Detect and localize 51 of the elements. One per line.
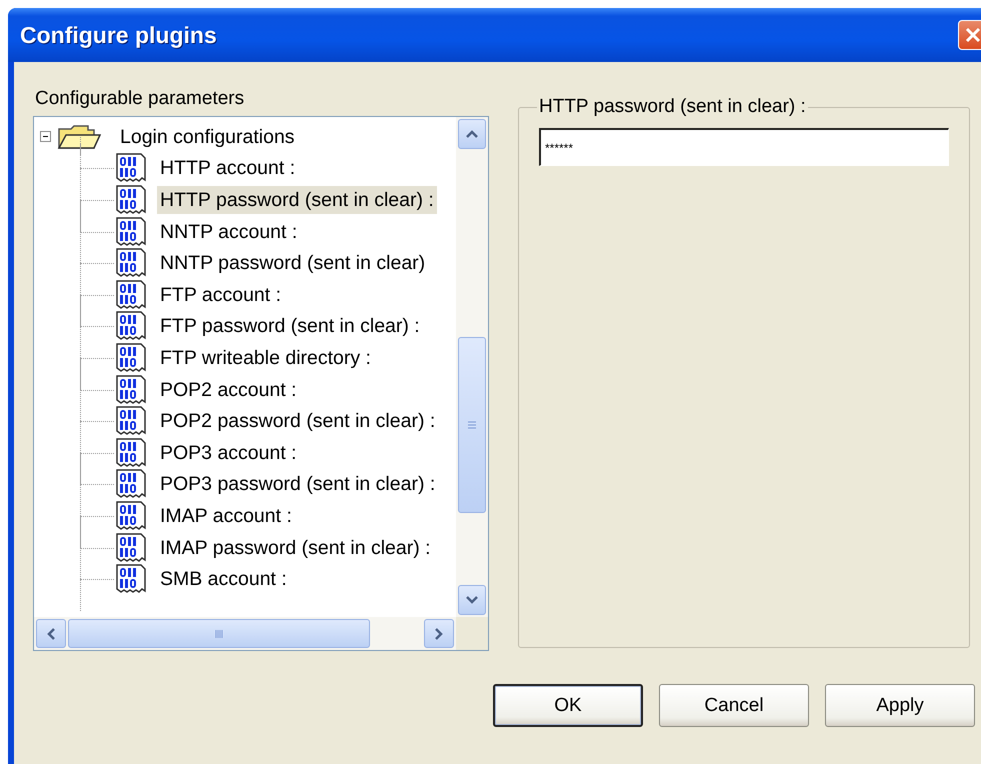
scroll-thumb[interactable] — [68, 619, 370, 648]
tree-item[interactable]: IMAP password (sent in clear) : — [157, 534, 434, 562]
scroll-thumb[interactable] — [458, 337, 486, 513]
tree-item[interactable]: NNTP password (sent in clear) — [157, 249, 428, 278]
binary-file-icon — [114, 438, 148, 468]
dialog-button[interactable]: Cancel — [659, 684, 809, 727]
tree-item[interactable]: POP3 account : — [157, 438, 300, 467]
grip-icon — [467, 421, 477, 429]
dialog-button[interactable]: Apply — [825, 684, 975, 727]
panel-label: Configurable parameters — [34, 88, 244, 110]
dialog-button[interactable]: OK — [493, 684, 643, 727]
tree-item[interactable]: HTTP account : — [157, 154, 298, 182]
scroll-left-button[interactable] — [36, 619, 66, 648]
folder-icon — [57, 124, 101, 150]
tree-item[interactable]: POP2 password (sent in clear) : — [157, 407, 438, 436]
collapse-toggle[interactable] — [40, 131, 53, 142]
vertical-scrollbar[interactable] — [456, 117, 488, 617]
scroll-down-button[interactable] — [458, 585, 486, 615]
binary-file-icon — [114, 500, 148, 531]
tree-item[interactable]: FTP password (sent in clear) : — [157, 312, 423, 340]
window-title: Configure plugins — [20, 22, 217, 48]
scroll-up-button[interactable] — [458, 119, 486, 149]
tree-item[interactable]: POP2 account : — [157, 376, 300, 404]
tree-item[interactable]: NNTP account : — [157, 218, 300, 246]
binary-file-icon — [114, 280, 148, 310]
binary-file-icon — [114, 342, 148, 373]
binary-file-icon — [114, 374, 148, 405]
tree-item[interactable]: FTP account : — [157, 280, 284, 309]
tree-item[interactable]: FTP writeable directory : — [157, 344, 374, 372]
grip-icon — [215, 628, 223, 638]
close-button[interactable] — [958, 20, 981, 50]
group-title: HTTP password (sent in clear) : — [538, 96, 807, 118]
scrollbar-corner — [456, 617, 488, 650]
binary-file-icon — [114, 564, 148, 594]
tree-item[interactable]: HTTP password (sent in clear) : — [157, 186, 437, 214]
close-icon — [963, 25, 981, 45]
binary-file-icon — [114, 469, 148, 500]
tree-item[interactable]: POP3 password (sent in clear) : — [157, 470, 438, 498]
tree-item[interactable]: SMB account : — [157, 565, 290, 594]
scroll-right-button[interactable] — [424, 619, 454, 648]
binary-file-icon — [114, 406, 148, 436]
tree-folder[interactable]: Login configurations — [117, 122, 298, 151]
binary-file-icon — [114, 311, 148, 342]
horizontal-scrollbar[interactable] — [34, 617, 456, 650]
tree-item[interactable]: IMAP account : — [157, 502, 295, 530]
binary-file-icon — [114, 153, 148, 184]
binary-file-icon — [114, 216, 148, 247]
binary-file-icon — [114, 532, 148, 563]
password-field[interactable]: ****** — [539, 128, 949, 166]
binary-file-icon — [114, 248, 148, 278]
binary-file-icon — [114, 184, 148, 215]
